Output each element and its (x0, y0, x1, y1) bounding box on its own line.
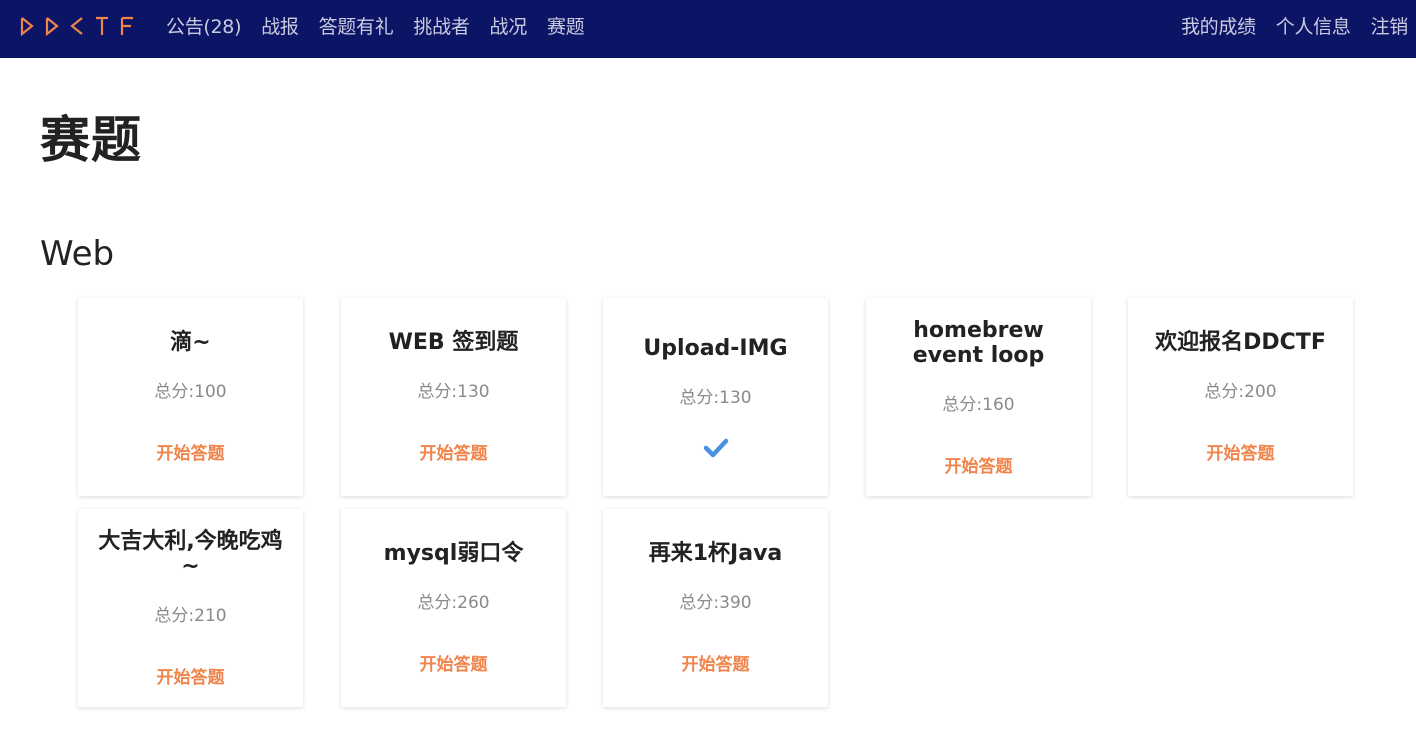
ddctf-logo[interactable] (20, 13, 134, 39)
nav-announcements[interactable]: 公告(28) (166, 12, 242, 39)
logo-letter-d-2 (45, 17, 59, 36)
challenge-score: 总分:260 (417, 593, 490, 613)
top-navbar: 公告(28) 战报 答题有礼 挑战者 战况 赛题 我的成绩 个人信息 注销 (0, 0, 1416, 58)
challenge-name: 滴~ (170, 330, 211, 355)
challenge-card[interactable]: WEB 签到题 总分:130 开始答题 (341, 298, 566, 496)
nav-challenges[interactable]: 赛题 (547, 12, 585, 39)
check-icon (703, 438, 728, 458)
challenge-name: 欢迎报名DDCTF (1155, 330, 1326, 355)
challenge-score: 总分:200 (1204, 382, 1277, 402)
start-challenge-button[interactable]: 开始答题 (682, 650, 750, 675)
challenge-score: 总分:130 (417, 382, 490, 402)
challenge-name: Upload-IMG (643, 336, 788, 361)
challenge-card[interactable]: 再来1杯Java 总分:390 开始答题 (603, 509, 828, 707)
section-title-web: Web (40, 234, 115, 274)
nav-standings[interactable]: 战况 (490, 12, 528, 39)
challenge-card[interactable]: homebrew event loop 总分:160 开始答题 (866, 298, 1091, 496)
nav-my-scores[interactable]: 我的成绩 (1181, 12, 1256, 39)
nav-logout[interactable]: 注销 (1371, 12, 1409, 39)
main-nav: 公告(28) 战报 答题有礼 挑战者 战况 赛题 (166, 0, 585, 50)
nav-challengers[interactable]: 挑战者 (413, 12, 469, 39)
challenge-card[interactable]: 大吉大利,今晚吃鸡~ 总分:210 开始答题 (78, 509, 303, 707)
start-challenge-button[interactable]: 开始答题 (945, 452, 1013, 477)
nav-quiz-gifts[interactable]: 答题有礼 (319, 12, 394, 39)
start-challenge-button[interactable]: 开始答题 (420, 650, 488, 675)
nav-battle-report[interactable]: 战报 (261, 12, 299, 39)
start-challenge-button[interactable]: 开始答题 (420, 439, 488, 464)
user-nav: 我的成绩 个人信息 注销 (1181, 0, 1408, 50)
start-challenge-button[interactable]: 开始答题 (1207, 439, 1275, 464)
challenge-score: 总分:100 (154, 382, 227, 402)
logo-letter-c (70, 17, 83, 35)
challenge-card[interactable]: 欢迎报名DDCTF 总分:200 开始答题 (1128, 298, 1353, 496)
page-title: 赛题 (40, 111, 142, 169)
start-challenge-button[interactable]: 开始答题 (157, 663, 225, 688)
challenge-name: 大吉大利,今晚吃鸡~ (98, 528, 283, 579)
challenge-score: 总分:210 (154, 605, 227, 626)
logo-letter-d-1 (20, 17, 34, 36)
challenge-card-solved[interactable]: Upload-IMG 总分:130 (603, 298, 828, 496)
challenge-name: homebrew event loop (912, 317, 1045, 368)
challenge-score: 总分:130 (679, 388, 752, 408)
challenge-card[interactable]: mysql弱口令 总分:260 开始答题 (341, 509, 566, 707)
logo-letter-t (96, 16, 108, 35)
challenge-name: mysql弱口令 (383, 541, 524, 566)
challenge-name: WEB 签到题 (388, 330, 519, 355)
challenge-card[interactable]: 滴~ 总分:100 开始答题 (78, 298, 303, 496)
logo-letter-f (120, 16, 133, 35)
challenge-score: 总分:160 (942, 394, 1015, 415)
challenge-score: 总分:390 (679, 593, 752, 613)
challenge-name: 再来1杯Java (648, 541, 783, 566)
start-challenge-button[interactable]: 开始答题 (157, 439, 225, 464)
nav-profile[interactable]: 个人信息 (1276, 12, 1351, 39)
